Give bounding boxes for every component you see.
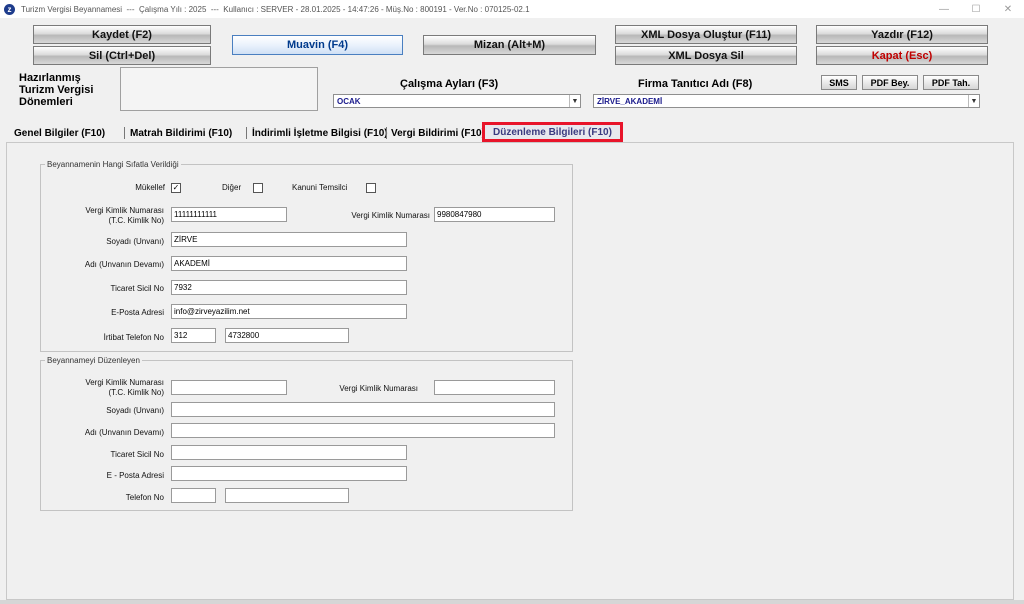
mukellef-label: Mükellef xyxy=(135,183,165,192)
name-input[interactable]: AKADEMİ xyxy=(171,256,407,271)
surname-label: Soyadı (Unvanı) xyxy=(106,237,164,246)
group-legend: Beyannameyi Düzenleyen xyxy=(47,356,140,365)
tab-vergi-bildirimi[interactable]: Vergi Bildirimi (F10) xyxy=(391,126,485,140)
trade-registry-input[interactable]: 7932 xyxy=(171,280,407,295)
minimize-icon[interactable]: — xyxy=(928,0,960,18)
preparer-name-label: Adı (Unvanın Devamı) xyxy=(84,428,164,437)
email-label: E-Posta Adresi xyxy=(111,308,164,317)
preparer-email-input[interactable] xyxy=(171,466,407,481)
trade-registry-label: Ticaret Sicil No xyxy=(110,284,165,293)
preparer-surname-label: Soyadı (Unvanı) xyxy=(106,406,164,415)
pdf-tah-button[interactable]: PDF Tah. xyxy=(923,75,979,90)
preparer-email-label: E - Posta Adresi xyxy=(106,471,164,480)
preparer-phone-label: Telefon No xyxy=(125,493,164,502)
window-title: Turizm Vergisi Beyannamesi --- Çalışma Y… xyxy=(21,4,530,14)
window-controls: — ☐ ✕ xyxy=(928,0,1024,18)
title-bar: z Turizm Vergisi Beyannamesi --- Çalışma… xyxy=(0,0,1024,18)
phone-number-input[interactable]: 4732800 xyxy=(225,328,349,343)
tab-separator xyxy=(386,127,387,139)
preparer-trade-registry-label: Ticaret Sicil No xyxy=(110,450,165,459)
preparer-surname-input[interactable] xyxy=(171,402,555,417)
chevron-down-icon[interactable]: ▼ xyxy=(968,95,979,107)
mizan-button[interactable]: Mizan (Alt+M) xyxy=(423,35,596,55)
vkn-input[interactable]: 9980847980 xyxy=(434,207,555,222)
prepared-periods-list[interactable] xyxy=(120,67,318,111)
chevron-down-icon[interactable]: ▼ xyxy=(569,95,580,107)
preparer-name-input[interactable] xyxy=(171,423,555,438)
tab-indirimli-isletme[interactable]: İndirimli İşletme Bilgisi (F10) xyxy=(252,126,388,140)
kanuni-temsilci-checkbox[interactable] xyxy=(366,183,376,193)
company-select[interactable]: ZİRVE_AKADEMİ ▼ xyxy=(593,94,980,108)
phone-label: İrtibat Telefon No xyxy=(103,333,164,342)
surname-input[interactable]: ZİRVE xyxy=(171,232,407,247)
maximize-icon[interactable]: ☐ xyxy=(960,0,992,18)
tab-separator xyxy=(246,127,247,139)
muavin-button[interactable]: Muavin (F4) xyxy=(232,35,403,55)
sms-button[interactable]: SMS xyxy=(821,75,857,90)
tab-matrah-bildirimi[interactable]: Matrah Bildirimi (F10) xyxy=(130,126,232,140)
company-title: Firma Tanıtıcı Adı (F8) xyxy=(638,78,753,90)
months-select[interactable]: OCAK ▼ xyxy=(333,94,581,108)
close-button[interactable]: Kapat (Esc) xyxy=(816,46,988,65)
close-icon[interactable]: ✕ xyxy=(992,0,1024,18)
pdf-bey-button[interactable]: PDF Bey. xyxy=(862,75,918,90)
tab-separator xyxy=(124,127,125,139)
months-value: OCAK xyxy=(337,96,361,106)
mukellef-checkbox[interactable]: ✓ xyxy=(171,183,181,193)
tab-bar: Genel Bilgiler (F10) Matrah Bildirimi (F… xyxy=(0,122,1024,142)
app-icon: z xyxy=(4,3,15,15)
preparer-vkn-label: Vergi Kimlik Numarası xyxy=(339,384,418,393)
preparer-trade-registry-input[interactable] xyxy=(171,445,407,460)
save-button[interactable]: Kaydet (F2) xyxy=(33,25,211,44)
email-input[interactable]: info@zirveyazilim.net xyxy=(171,304,407,319)
kanuni-temsilci-label: Kanuni Temsilci xyxy=(292,183,348,192)
delete-button[interactable]: Sil (Ctrl+Del) xyxy=(33,46,211,65)
status-strip xyxy=(0,600,1024,604)
preparer-vkn-tc-input[interactable] xyxy=(171,380,287,395)
tab-genel-bilgiler[interactable]: Genel Bilgiler (F10) xyxy=(14,126,105,140)
xml-create-button[interactable]: XML Dosya Oluştur (F11) xyxy=(615,25,797,44)
preparer-phone-number-input[interactable] xyxy=(225,488,349,503)
vkn-tc-input[interactable]: 11111111111 xyxy=(171,207,287,222)
vkn-tc-label: Vergi Kimlik Numarası (T.C. Kimlik No) xyxy=(85,206,164,225)
company-value: ZİRVE_AKADEMİ xyxy=(597,96,663,106)
group-legend: Beyannamenin Hangi Sıfatla Verildiği xyxy=(47,160,179,169)
diger-checkbox[interactable] xyxy=(253,183,263,193)
name-label: Adı (Unvanın Devamı) xyxy=(84,260,164,269)
xml-delete-button[interactable]: XML Dosya Sil xyxy=(615,46,797,65)
prepared-periods-label: Hazırlanmış Turizm Vergisi Dönemleri xyxy=(19,72,94,108)
phone-area-input[interactable]: 312 xyxy=(171,328,216,343)
print-button[interactable]: Yazdır (F12) xyxy=(816,25,988,44)
diger-label: Diğer xyxy=(222,183,242,192)
vkn-label: Vergi Kimlik Numarası xyxy=(351,211,430,220)
preparer-phone-area-input[interactable] xyxy=(171,488,216,503)
preparer-vkn-tc-label: Vergi Kimlik Numarası (T.C. Kimlik No) xyxy=(85,378,164,397)
preparer-vkn-input[interactable] xyxy=(434,380,555,395)
tab-duzenleme-bilgileri[interactable]: Düzenleme Bilgileri (F10) xyxy=(482,122,623,142)
months-title: Çalışma Ayları (F3) xyxy=(400,78,499,90)
